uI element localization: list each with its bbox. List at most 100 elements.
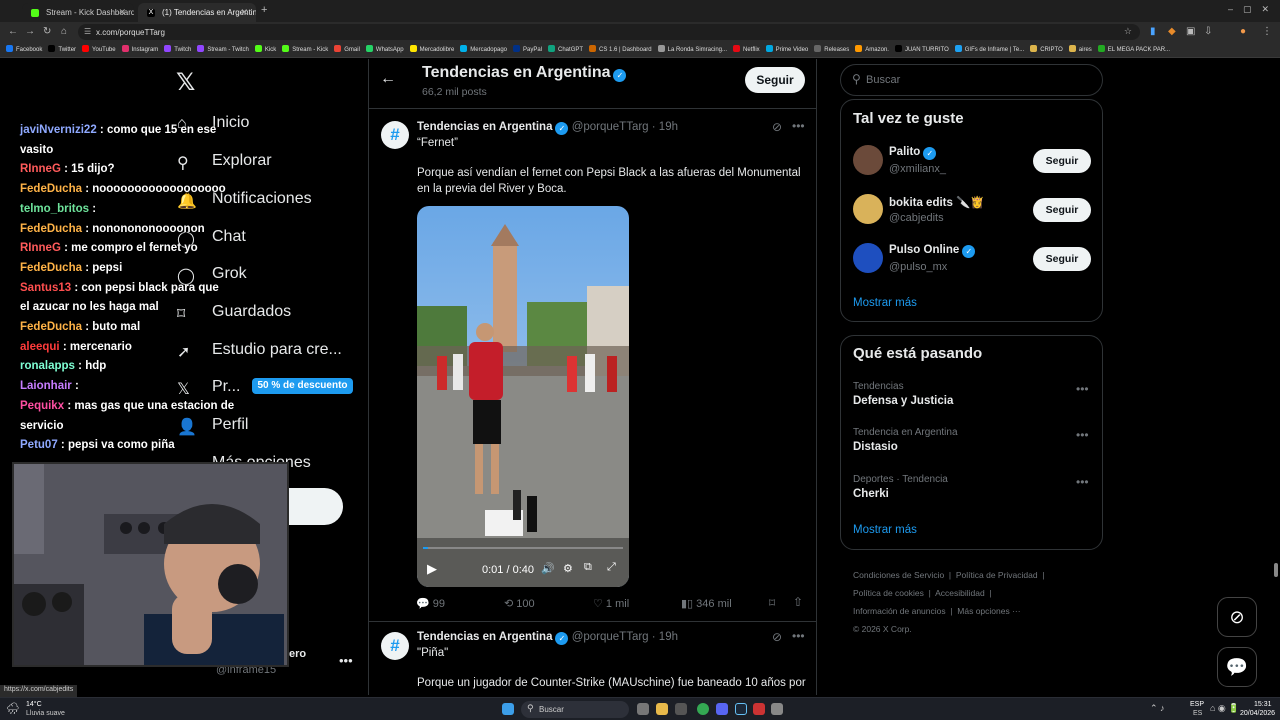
suggestion-avatar[interactable] — [853, 194, 883, 224]
bookmark-item[interactable]: La Ronda Simracing... — [657, 42, 727, 57]
post-button[interactable] — [288, 488, 343, 525]
grok-float-button[interactable]: ⊘ — [1217, 597, 1257, 637]
bookmark-item[interactable]: Mercadolibre — [409, 42, 454, 57]
suggestion-avatar[interactable] — [853, 145, 883, 175]
reload-icon[interactable]: ↻ — [43, 26, 51, 37]
chat-username[interactable]: Laionhair — [20, 380, 72, 392]
account-more-icon[interactable]: ••• — [339, 653, 353, 668]
chat-username[interactable]: FedeDucha — [20, 223, 82, 235]
tray-icons[interactable]: ⌃ ♪ — [1150, 703, 1165, 714]
scrollbar[interactable] — [1274, 563, 1278, 577]
bookmark-icon[interactable]: ⌑ — [177, 304, 185, 324]
bookmark-item[interactable]: Instagram — [121, 42, 158, 57]
network-volume-icons[interactable]: ⌂ ◉ 🔋 — [1210, 703, 1240, 714]
chat-username[interactable]: ronalapps — [20, 360, 75, 372]
new-tab-icon[interactable]: + — [261, 4, 267, 16]
file-explorer-icon[interactable] — [656, 703, 668, 715]
bookmark-icon[interactable]: ⌑ — [769, 596, 775, 610]
post-time[interactable]: · 19h — [652, 631, 678, 643]
search-input[interactable]: ⚲ Buscar — [840, 64, 1103, 96]
back-icon[interactable]: ← — [8, 26, 18, 37]
nav-item-3[interactable]: Chat — [212, 228, 246, 246]
taskbar-search[interactable]: ⚲ Buscar — [521, 701, 629, 718]
show-more-link[interactable]: Mostrar más — [853, 524, 917, 536]
bookmark-item[interactable]: Amazon. — [855, 42, 889, 57]
bookmark-item[interactable]: Twitter — [48, 42, 76, 57]
follow-button[interactable]: Seguir — [1033, 247, 1091, 271]
browser-tab-x[interactable]: X (1) Tendencias en Argentin ✕ — [138, 3, 256, 22]
bookmark-item[interactable]: CS 1.6 | Dashboard — [589, 42, 652, 57]
chat-username[interactable]: aleequi — [20, 341, 60, 353]
bookmark-item[interactable]: Kick — [254, 42, 276, 57]
trend-more-icon[interactable]: ••• — [1076, 475, 1089, 489]
trend-more-icon[interactable]: ••• — [1076, 428, 1089, 442]
repost-action[interactable]: ⟲ 100 — [504, 597, 535, 610]
close-icon[interactable]: ✕ — [240, 7, 248, 18]
settings-icon[interactable]: ⚙ — [563, 562, 573, 575]
suggestion-avatar[interactable] — [853, 243, 883, 273]
chat-username[interactable]: Santus13 — [20, 282, 71, 294]
footer-link[interactable]: Política de cookies — [853, 588, 924, 598]
author-avatar[interactable]: # — [381, 121, 409, 149]
more-icon[interactable]: ••• — [792, 119, 805, 133]
close-icon[interactable]: ✕ — [118, 7, 126, 18]
bookmark-item[interactable]: Twitch — [164, 42, 191, 57]
nav-item-1[interactable]: Explorar — [212, 152, 272, 170]
footer-link[interactable]: Información de anuncios — [853, 606, 946, 616]
bookmark-item[interactable]: Mercadopago — [460, 42, 507, 57]
play-icon[interactable]: ▶ — [427, 561, 437, 577]
trend-more-icon[interactable]: ••• — [1076, 382, 1089, 396]
footer-link[interactable]: Política de Privacidad — [956, 570, 1038, 580]
chat-username[interactable]: Petu07 — [20, 439, 58, 451]
more-icon[interactable]: ••• — [792, 629, 805, 643]
nav-item-5[interactable]: Guardados — [212, 303, 291, 321]
footer-link[interactable]: Condiciones de Servicio — [853, 570, 944, 580]
bookmark-item[interactable]: Gmail — [334, 42, 360, 57]
extension-icon[interactable]: ◆ — [1168, 26, 1176, 37]
rocket-icon[interactable]: ➚ — [177, 342, 190, 362]
chat-username[interactable]: telmo_britos — [20, 203, 89, 215]
language-indicator[interactable]: ESP — [1190, 701, 1204, 708]
grok-icon[interactable]: ⊘ — [772, 630, 782, 644]
author-name[interactable]: Tendencias en Argentina — [417, 121, 552, 133]
author-handle[interactable]: @porqueTTarg — [572, 121, 649, 133]
nav-item-0[interactable]: Inicio — [212, 114, 249, 132]
bookmark-item[interactable]: YouTube — [82, 42, 116, 57]
suggestion-name[interactable]: bokita edits 🔪👸 — [889, 195, 985, 209]
bookmark-item[interactable]: Releases — [814, 42, 849, 57]
bookmark-item[interactable]: CRIPTO — [1030, 42, 1063, 57]
show-more-link[interactable]: Mostrar más — [853, 297, 917, 309]
views-action[interactable]: ▮▯ 346 mil — [681, 597, 732, 610]
browser-tab-kick[interactable]: Stream - Kick Dashboard ✕ — [22, 3, 134, 22]
trend-name[interactable]: Distasio — [853, 441, 898, 453]
extensions-icon[interactable]: ▮ — [1150, 26, 1156, 37]
steam-icon[interactable] — [735, 703, 747, 715]
nav-item-7[interactable]: Pr... — [212, 378, 240, 396]
bookmark-item[interactable]: Facebook — [6, 42, 42, 57]
start-icon[interactable] — [502, 703, 514, 715]
back-arrow-icon[interactable]: ← — [380, 70, 396, 88]
chat-username[interactable]: RInneG — [20, 163, 61, 175]
author-name[interactable]: Tendencias en Argentina — [417, 631, 552, 643]
follow-button[interactable]: Seguir — [1033, 149, 1091, 173]
follow-button[interactable]: Seguir — [1033, 198, 1091, 222]
video-progress-track[interactable] — [423, 547, 623, 549]
discord-icon[interactable] — [716, 703, 728, 715]
volume-icon[interactable]: 🔊 — [541, 562, 555, 575]
bookmark-item[interactable]: aires — [1068, 42, 1092, 57]
bookmark-item[interactable]: Stream - Twitch — [197, 42, 249, 57]
grok-icon[interactable]: ⊘ — [772, 120, 782, 134]
clock-time[interactable]: 15:31 — [1254, 701, 1272, 708]
star-icon[interactable]: ☆ — [1124, 26, 1132, 37]
footer-link[interactable]: Accesibilidad — [935, 588, 985, 598]
window-controls[interactable]: –▢✕ — [1228, 4, 1279, 15]
nav-item-6[interactable]: Estudio para cre... — [212, 341, 342, 359]
bookmark-item[interactable]: Prime Video — [765, 42, 808, 57]
follow-button[interactable]: Seguir — [745, 67, 805, 93]
chat-username[interactable]: Pequikx — [20, 400, 64, 412]
nav-item-2[interactable]: Notificaciones — [212, 190, 312, 208]
task-view-icon[interactable] — [637, 703, 649, 715]
menu-icon[interactable]: ⋮ — [1262, 26, 1272, 37]
bookmark-item[interactable]: ChatGPT — [548, 42, 583, 57]
profile-icon[interactable]: 👤 — [177, 417, 197, 437]
